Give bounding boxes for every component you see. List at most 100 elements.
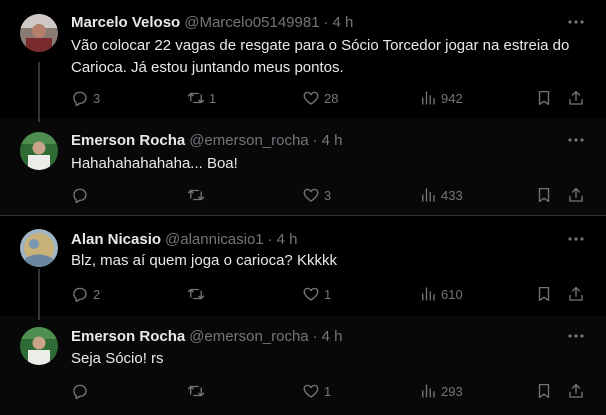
display-name[interactable]: Emerson Rocha	[71, 132, 185, 149]
bookmark-button[interactable]	[535, 88, 553, 108]
tweet-reply[interactable]: Emerson Rocha @emerson_rocha · 4 h Hahah…	[0, 118, 606, 215]
retweet-icon	[187, 92, 205, 104]
retweet-count: 1	[209, 90, 217, 106]
tweet-text: Seja Sócio! rs	[71, 348, 576, 370]
retweet-icon	[187, 385, 205, 397]
display-name[interactable]: Marcelo Veloso	[71, 14, 180, 31]
bookmark-button[interactable]	[535, 284, 553, 304]
heart-icon	[303, 287, 319, 301]
views-icon	[422, 188, 435, 202]
action-bar: 3 433	[71, 185, 586, 205]
display-name[interactable]: Alan Nicasio	[71, 231, 161, 248]
avatar[interactable]	[20, 14, 58, 52]
views-count: 293	[441, 383, 463, 399]
reply-button[interactable]	[71, 381, 93, 401]
tweet-text-line: Carioca. Já estou juntando meus pontos.	[71, 59, 344, 76]
reply-button[interactable]: 3	[71, 88, 100, 108]
tweet-header: Marcelo Veloso @Marcelo05149981 · 4 h	[71, 12, 353, 32]
retweet-button[interactable]: 1	[187, 88, 216, 108]
display-name[interactable]: Emerson Rocha	[71, 328, 185, 345]
retweet-button[interactable]	[187, 284, 209, 304]
like-button[interactable]: 1	[302, 284, 331, 304]
user-handle[interactable]: @emerson_rocha	[189, 328, 308, 345]
tweet-text-line: Hahahahahahaha... Boa!	[71, 155, 238, 172]
share-icon	[569, 383, 583, 398]
retweet-icon	[187, 288, 205, 300]
user-handle[interactable]: @emerson_rocha	[189, 132, 308, 149]
reply-button[interactable]	[71, 185, 93, 205]
tweet-reply[interactable]: Emerson Rocha @emerson_rocha · 4 h Seja …	[0, 316, 606, 415]
more-icon[interactable]	[566, 130, 586, 150]
share-button[interactable]	[567, 381, 585, 401]
heart-icon	[303, 91, 319, 105]
avatar[interactable]	[20, 229, 58, 267]
share-icon	[569, 187, 583, 202]
tweet-text: Blz, mas aí quem joga o carioca? Kkkkk	[71, 250, 576, 272]
share-button[interactable]	[567, 185, 585, 205]
bookmark-button[interactable]	[535, 381, 553, 401]
views-button[interactable]: 610	[419, 284, 463, 304]
action-bar: 2 1 610	[71, 284, 586, 304]
share-icon	[569, 90, 583, 105]
reply-icon	[73, 188, 87, 204]
tweet[interactable]: Alan Nicasio @alannicasio1 · 4 h Blz, ma…	[0, 216, 606, 316]
like-button[interactable]: 1	[302, 381, 331, 401]
user-handle[interactable]: @alannicasio1	[165, 231, 264, 248]
more-icon[interactable]	[566, 12, 586, 32]
bookmark-icon	[538, 286, 550, 302]
separator-dot: ·	[312, 131, 318, 149]
separator-dot: ·	[312, 327, 318, 345]
retweet-button[interactable]	[187, 185, 209, 205]
avatar[interactable]	[20, 327, 58, 365]
action-bar: 1 293	[71, 381, 586, 401]
views-icon	[422, 287, 435, 301]
bookmark-icon	[538, 383, 550, 399]
views-count: 610	[441, 286, 463, 302]
views-icon	[422, 91, 435, 105]
tweet-header: Alan Nicasio @alannicasio1 · 4 h	[71, 229, 298, 249]
reply-icon	[73, 91, 87, 107]
views-button[interactable]: 433	[419, 185, 463, 205]
more-icon[interactable]	[566, 326, 586, 346]
like-count: 1	[324, 286, 332, 302]
tweet-text-line: Vão colocar 22 vagas de resgate para o S…	[71, 37, 570, 54]
bookmark-icon	[538, 90, 550, 106]
like-count: 1	[324, 383, 332, 399]
tweet-text: Vão colocar 22 vagas de resgate para o S…	[71, 35, 576, 79]
more-icon[interactable]	[566, 229, 586, 249]
share-button[interactable]	[567, 88, 585, 108]
heart-icon	[303, 188, 319, 202]
like-button[interactable]: 3	[302, 185, 331, 205]
bookmark-button[interactable]	[535, 185, 553, 205]
like-button[interactable]: 28	[302, 88, 338, 108]
reply-icon	[73, 384, 87, 400]
user-handle[interactable]: @Marcelo05149981	[184, 14, 319, 31]
reply-count: 2	[93, 286, 101, 302]
views-count: 942	[441, 90, 463, 106]
share-icon	[569, 286, 583, 301]
timestamp[interactable]: 4 h	[333, 14, 354, 31]
reply-count: 3	[93, 90, 101, 106]
heart-icon	[303, 384, 319, 398]
bookmark-icon	[538, 187, 550, 203]
retweet-button[interactable]	[187, 381, 209, 401]
reply-button[interactable]: 2	[71, 284, 100, 304]
tweet-header: Emerson Rocha @emerson_rocha · 4 h	[71, 326, 343, 346]
like-count: 3	[324, 187, 332, 203]
tweet-header: Emerson Rocha @emerson_rocha · 4 h	[71, 130, 343, 150]
timestamp[interactable]: 4 h	[322, 132, 343, 149]
views-button[interactable]: 293	[419, 381, 463, 401]
timestamp[interactable]: 4 h	[277, 231, 298, 248]
views-icon	[422, 384, 435, 398]
avatar[interactable]	[20, 132, 58, 170]
separator-dot: ·	[323, 13, 329, 31]
views-button[interactable]: 942	[419, 88, 463, 108]
separator-dot: ·	[267, 230, 273, 248]
share-button[interactable]	[567, 284, 585, 304]
tweet-text-line: Seja Sócio! rs	[71, 350, 164, 367]
like-count: 28	[324, 90, 339, 106]
tweet[interactable]: Marcelo Veloso @Marcelo05149981 · 4 h Vã…	[0, 0, 606, 118]
tweet-text: Hahahahahahaha... Boa!	[71, 153, 576, 175]
views-count: 433	[441, 187, 463, 203]
timestamp[interactable]: 4 h	[322, 328, 343, 345]
